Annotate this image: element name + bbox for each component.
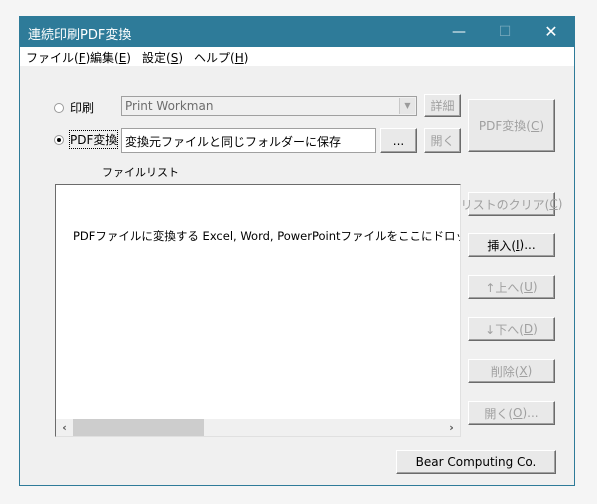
chevron-down-icon[interactable]: ▼ [399,98,415,114]
scroll-left-icon[interactable]: ‹ [56,419,73,436]
button-label: ↑上へ( [485,280,525,295]
app-window: 連続印刷PDF変換 — ☐ ✕ ファイル(F) 編集(E) 設定(S) ヘルプ(… [19,16,575,486]
menu-label: ヘルプ( [194,51,235,65]
drop-hint: PDFファイルに変換する Excel, Word, PowerPointファイル… [73,229,461,243]
print-radio[interactable] [54,102,64,113]
horizontal-scrollbar[interactable]: ‹ › [56,419,460,436]
button-label: PDF変換( [478,119,531,133]
button-label-end: )... [522,406,539,420]
details-button[interactable]: 詳細 [424,94,461,117]
button-accel: U [524,280,533,294]
menu-label-end: ) [178,51,183,65]
file-list-label: ファイルリスト [102,166,179,179]
open-file-button[interactable]: 開く(O)... [468,401,555,425]
button-label: 挿入( [487,238,516,253]
menu-label-end: ) [126,51,131,65]
button-label: リストのクリア( [460,197,550,212]
menu-label: 編集( [90,51,119,65]
menu-bar: ファイル(F) 編集(E) 設定(S) ヘルプ(H) [20,47,574,66]
menu-edit[interactable]: 編集(E) [90,49,131,66]
printer-select[interactable]: Print Workman ▼ [121,96,417,116]
button-accel: X [519,364,528,378]
button-label-end: ) [539,118,545,133]
open-folder-button[interactable]: 開く [424,128,461,153]
menu-label: ファイル( [26,51,79,65]
button-label-end: ) [527,364,533,378]
browse-button[interactable]: ... [380,128,417,153]
button-accel: D [523,322,534,336]
move-down-button[interactable]: ↓下へ(D) [468,317,555,341]
delete-button[interactable]: 削除(X) [468,359,555,383]
close-button[interactable]: ✕ [528,17,574,47]
menu-label: 設定( [142,51,171,65]
button-accel: C [549,197,558,211]
file-list[interactable]: PDFファイルに変換する Excel, Word, PowerPointファイル… [55,184,461,437]
print-radio-row[interactable]: 印刷 [54,99,94,116]
insert-button[interactable]: 挿入(I)... [468,233,555,257]
button-label-end: ) [557,197,563,211]
pdf-radio-label: PDF変換 [68,130,119,149]
minimize-button[interactable]: — [436,17,482,47]
window-title: 連続印刷PDF変換 [28,28,132,43]
button-label-end: ) [533,322,538,336]
menu-accel: F [78,51,86,65]
button-label-end: )... [519,238,536,252]
button-label-end: ) [532,280,538,294]
menu-accel: H [234,51,244,65]
button-label: ↓下へ( [485,322,524,337]
title-bar[interactable]: 連続印刷PDF変換 — ☐ ✕ [20,17,574,47]
menu-file[interactable]: ファイル(F) [26,49,90,66]
scroll-thumb[interactable] [73,419,204,436]
move-up-button[interactable]: ↑上へ(U) [468,275,555,299]
scroll-right-icon[interactable]: › [443,419,460,436]
menu-label-end: ) [243,51,249,65]
button-accel: O [513,406,523,420]
print-radio-label: 印刷 [70,101,95,115]
clear-list-button[interactable]: リストのクリア(C) [461,192,562,216]
output-folder-field[interactable]: 変換元ファイルと同じフォルダーに保存 [121,128,376,153]
menu-settings[interactable]: 設定(S) [142,49,183,66]
printer-select-value: Print Workman [125,99,214,113]
pdf-radio-row[interactable]: PDF変換 [54,130,119,149]
button-label: 削除( [490,364,520,379]
pdf-radio[interactable] [54,134,64,145]
button-accel: C [530,118,540,133]
pdf-convert-button[interactable]: PDF変換(C) [468,99,555,152]
menu-help[interactable]: ヘルプ(H) [194,49,248,66]
button-label: 開く( [484,406,514,421]
maximize-button[interactable]: ☐ [482,17,528,47]
company-button[interactable]: Bear Computing Co. [396,450,556,474]
